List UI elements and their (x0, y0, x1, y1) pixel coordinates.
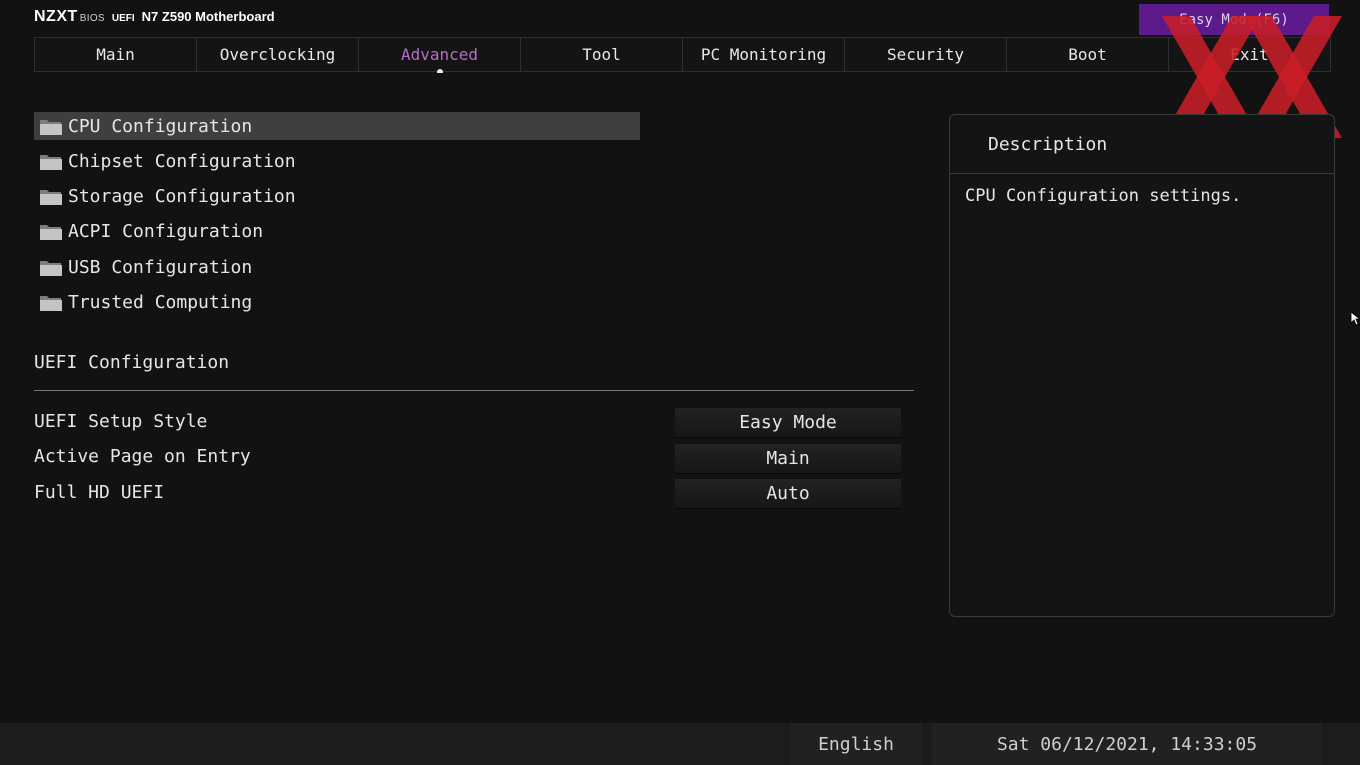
date-time: Sat 06/12/2021, 14:33:05 (932, 723, 1322, 765)
uefi-label: UEFI (111, 13, 135, 24)
language-selector[interactable]: English (790, 723, 922, 765)
menu-item-trusted-computing[interactable]: Trusted Computing (34, 288, 640, 316)
motherboard-model: N7 Z590 Motherboard (141, 9, 275, 24)
tab-boot[interactable]: Boot (1007, 38, 1169, 71)
tab-pc-monitoring[interactable]: PC Monitoring (683, 38, 845, 71)
menu-item-chipset-configuration[interactable]: Chipset Configuration (34, 147, 640, 175)
tab-advanced[interactable]: Advanced (359, 38, 521, 73)
easy-mode-button[interactable]: Easy Mode(F6) (1139, 4, 1329, 35)
bios-label: BIOS (79, 13, 105, 24)
uefi-setup-style-select[interactable]: Easy Mode (675, 408, 901, 438)
full-hd-uefi-select[interactable]: Auto (675, 479, 901, 509)
menu-item-label: Storage Configuration (68, 185, 296, 207)
menu-item-acpi-configuration[interactable]: ACPI Configuration (34, 217, 640, 245)
tab-security[interactable]: Security (845, 38, 1007, 71)
menu-item-label: USB Configuration (68, 256, 253, 278)
menu-item-label: ACPI Configuration (68, 220, 264, 242)
folder-icon (40, 261, 62, 276)
mouse-cursor-icon (1350, 311, 1360, 326)
tab-overclocking[interactable]: Overclocking (197, 38, 359, 71)
folder-icon (40, 296, 62, 311)
uefi-setup-style-label: UEFI Setup Style (34, 411, 208, 432)
folder-icon (40, 155, 62, 170)
active-page-label: Active Page on Entry (34, 446, 251, 467)
folder-icon (40, 120, 62, 135)
active-page-select[interactable]: Main (675, 444, 901, 474)
menu-item-label: Chipset Configuration (68, 150, 296, 172)
menu-item-cpu-configuration[interactable]: CPU Configuration (34, 112, 640, 140)
menu-item-label: CPU Configuration (68, 115, 253, 137)
menu-item-usb-configuration[interactable]: USB Configuration (34, 253, 640, 281)
tab-bar: Main Overclocking Advanced Tool PC Monit… (34, 37, 1331, 73)
full-hd-uefi-label: Full HD UEFI (34, 482, 165, 503)
brand-bar: NZXT BIOS UEFI N7 Z590 Motherboard (34, 8, 275, 28)
uefi-section-title: UEFI Configuration (34, 352, 230, 373)
description-text: CPU Configuration settings. (965, 186, 1242, 206)
menu-item-storage-configuration[interactable]: Storage Configuration (34, 182, 640, 210)
tab-exit[interactable]: Exit (1169, 38, 1330, 71)
description-panel: Description CPU Configuration settings. (949, 114, 1335, 617)
description-title: Description (950, 115, 1334, 174)
section-divider (34, 390, 914, 391)
folder-icon (40, 190, 62, 205)
nzxt-logo: NZXT (34, 8, 78, 25)
tab-tool[interactable]: Tool (521, 38, 683, 71)
menu-item-label: Trusted Computing (68, 291, 253, 313)
footer-bar: English Sat 06/12/2021, 14:33:05 (0, 723, 1360, 765)
tab-main[interactable]: Main (35, 38, 197, 71)
folder-icon (40, 225, 62, 240)
